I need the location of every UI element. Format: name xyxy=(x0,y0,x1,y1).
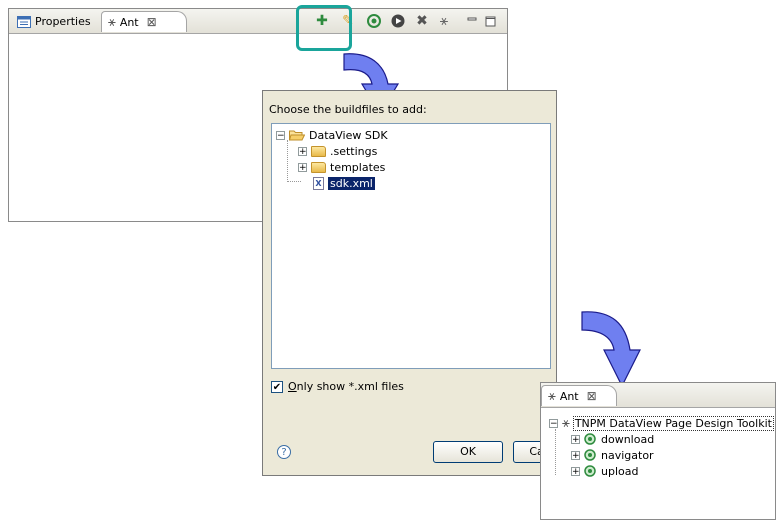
run-icon[interactable] xyxy=(389,12,407,30)
tree-connector xyxy=(287,140,288,182)
expand-icon[interactable]: + xyxy=(298,146,307,156)
expand-icon[interactable]: + xyxy=(571,450,580,460)
close-tab-icon[interactable]: ⊠ xyxy=(147,15,157,29)
tree-connector xyxy=(555,429,556,475)
ok-button[interactable]: OK xyxy=(433,441,503,463)
result-tabbar: ⚹ Ant ⊠ xyxy=(541,383,775,408)
xml-only-checkbox[interactable]: ✔ xyxy=(271,380,283,393)
target-icon xyxy=(584,465,596,477)
expand-icon[interactable]: + xyxy=(298,162,307,172)
tree-connector xyxy=(287,181,301,182)
project-label: TNPM DataView Page Design Toolkit xyxy=(572,415,774,431)
tree-item-sdk-xml[interactable]: X sdk.xml xyxy=(313,175,375,191)
dialog-prompt-text: Choose the buildfiles to xyxy=(269,103,403,116)
tree-item-label: templates xyxy=(330,160,386,174)
tab-ant-label: Ant xyxy=(559,389,579,403)
tree-item-target-navigator[interactable]: + navigator xyxy=(571,447,654,463)
choose-buildfile-dialog: Choose the buildfiles to add: − DataView… xyxy=(262,90,583,476)
help-icon[interactable]: ? xyxy=(277,445,291,459)
tab-properties[interactable]: Properties xyxy=(11,11,101,32)
target-label: download xyxy=(601,432,655,446)
close-tab-icon[interactable]: ⊠ xyxy=(587,389,597,403)
target-label: upload xyxy=(601,464,639,478)
xml-only-label-text: nly show *.xml files xyxy=(296,380,404,393)
xml-only-mnemonic: O xyxy=(288,380,297,393)
tree-item-target-upload[interactable]: + upload xyxy=(571,463,638,479)
expand-icon[interactable]: + xyxy=(571,466,580,476)
folder-icon xyxy=(311,145,326,157)
result-ant-panel: ⚹ Ant ⊠ − ⚹ TNPM DataView Page Design To… xyxy=(540,382,776,520)
highlight-box xyxy=(296,5,352,51)
remove-icon[interactable]: ✖ xyxy=(413,12,431,30)
dialog-prompt-text-end: add: xyxy=(402,103,427,116)
tree-item-target-download[interactable]: + download xyxy=(571,431,654,447)
tab-ant-label: Ant xyxy=(119,15,139,29)
tree-item-root[interactable]: − DataView SDK xyxy=(276,127,388,143)
run-target-icon[interactable] xyxy=(365,12,383,30)
maximize-icon[interactable] xyxy=(481,12,499,30)
ant-icon: ⚹ xyxy=(108,14,116,30)
collapse-icon[interactable]: − xyxy=(276,130,285,140)
tree-item-label: DataView SDK xyxy=(309,128,388,142)
xml-file-icon: X xyxy=(313,176,324,190)
collapse-icon[interactable]: − xyxy=(549,418,558,428)
tab-ant[interactable]: ⚹ Ant ⊠ xyxy=(541,385,617,406)
dialog-prompt: Choose the buildfiles to add: xyxy=(269,103,427,116)
ant-icon: ⚹ xyxy=(548,388,556,404)
xml-only-checkbox-row[interactable]: ✔ Only show *.xml files xyxy=(271,380,404,393)
target-label: navigator xyxy=(601,448,654,462)
tree-item-label: sdk.xml xyxy=(328,176,375,190)
expand-icon[interactable]: + xyxy=(571,434,580,444)
target-icon xyxy=(584,433,596,445)
target-icon xyxy=(584,449,596,461)
tree-item-project[interactable]: − ⚹ TNPM DataView Page Design Toolkit xyxy=(549,415,774,431)
tab-properties-label: Properties xyxy=(35,15,91,28)
ant-project-icon: ⚹ xyxy=(562,415,570,431)
minimize-icon[interactable] xyxy=(463,12,481,30)
arrow-down-icon xyxy=(581,311,641,388)
open-folder-icon xyxy=(289,129,309,141)
ant-view-tabbar: Properties ⚹ Ant ⊠ ✚ ✎ ✖ ⚹ xyxy=(9,9,507,34)
properties-icon xyxy=(17,15,31,28)
remove-all-icon[interactable]: ⚹ xyxy=(435,12,453,30)
tree-item-settings[interactable]: + .settings xyxy=(298,143,377,159)
tree-item-templates[interactable]: + templates xyxy=(298,159,385,175)
tree-item-label: .settings xyxy=(330,144,378,158)
tab-ant[interactable]: ⚹ Ant ⊠ xyxy=(101,11,187,32)
xml-only-label: Only show *.xml files xyxy=(288,380,404,393)
buildfile-tree[interactable]: − DataView SDK + .settings + templates X… xyxy=(271,123,551,369)
folder-icon xyxy=(311,161,326,173)
